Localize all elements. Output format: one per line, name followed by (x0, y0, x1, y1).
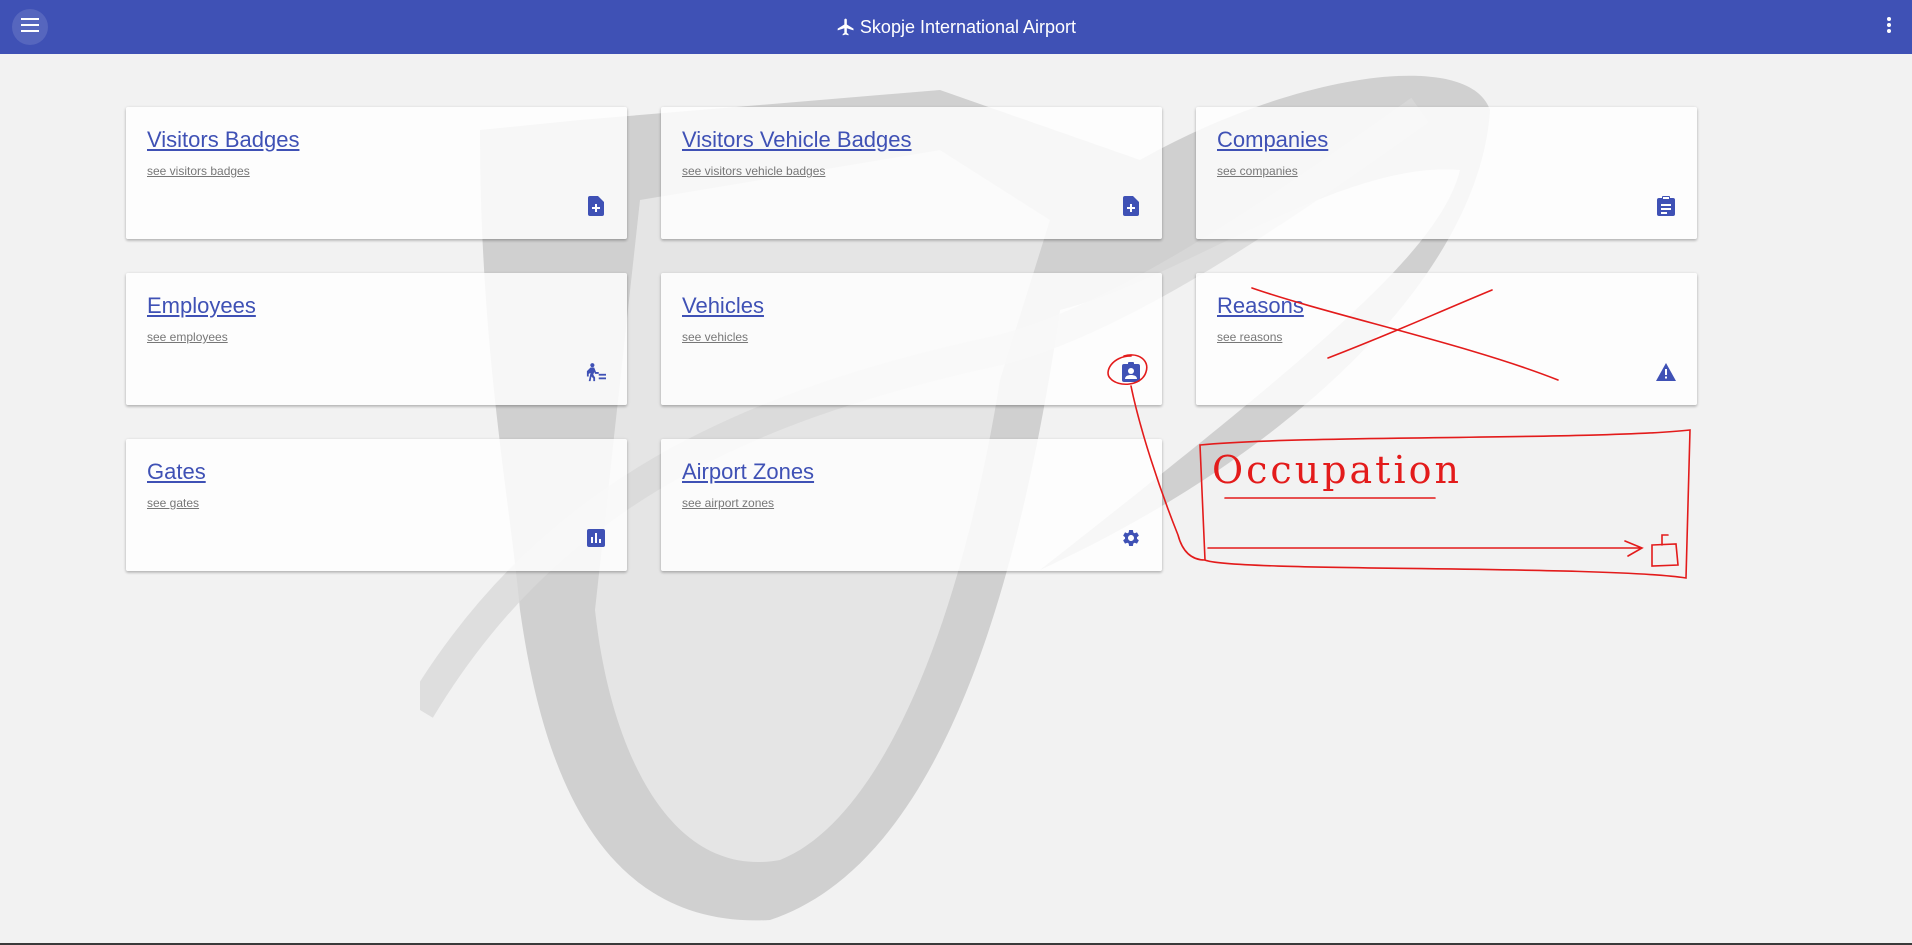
card-vehicles[interactable]: Vehicles see vehicles (661, 273, 1162, 405)
card-title[interactable]: Vehicles (682, 293, 764, 319)
card-visitors-vehicle-badges[interactable]: Visitors Vehicle Badges see visitors veh… (661, 107, 1162, 239)
card-link[interactable]: see gates (147, 496, 199, 510)
more-vertical-icon (1886, 16, 1892, 39)
card-title[interactable]: Visitors Badges (147, 127, 299, 153)
warning-icon[interactable] (1656, 362, 1676, 382)
card-title[interactable]: Gates (147, 459, 206, 485)
card-link[interactable]: see vehicles (682, 330, 748, 344)
card-title[interactable]: Employees (147, 293, 256, 319)
card-title[interactable]: Airport Zones (682, 459, 814, 485)
card-employees[interactable]: Employees see employees (126, 273, 627, 405)
card-title[interactable]: Visitors Vehicle Badges (682, 127, 912, 153)
card-visitors-badges[interactable]: Visitors Badges see visitors badges (126, 107, 627, 239)
more-options-button[interactable] (1874, 12, 1904, 42)
card-link[interactable]: see airport zones (682, 496, 774, 510)
card-link[interactable]: see reasons (1217, 330, 1282, 344)
dashboard-card-grid: Visitors Badges see visitors badges Visi… (126, 107, 1697, 571)
bar-chart-icon[interactable] (586, 528, 606, 548)
badge-icon[interactable] (1121, 362, 1141, 382)
card-companies[interactable]: Companies see companies (1196, 107, 1697, 239)
gear-icon[interactable] (1121, 528, 1141, 548)
card-gates[interactable]: Gates see gates (126, 439, 627, 571)
annotation-text: Occupation (1212, 448, 1462, 492)
top-toolbar: Skopje International Airport (0, 0, 1912, 54)
card-reasons[interactable]: Reasons see reasons (1196, 273, 1697, 405)
card-title[interactable]: Companies (1217, 127, 1328, 153)
app-title-container: Skopje International Airport (0, 0, 1912, 54)
card-link[interactable]: see visitors vehicle badges (682, 164, 825, 178)
card-link[interactable]: see visitors badges (147, 164, 250, 178)
note-add-icon[interactable] (586, 196, 606, 216)
card-airport-zones[interactable]: Airport Zones see airport zones (661, 439, 1162, 571)
person-luggage-icon[interactable] (586, 362, 606, 382)
card-title[interactable]: Reasons (1217, 293, 1304, 319)
app-title: Skopje International Airport (859, 16, 1077, 37)
airplane-icon (836, 17, 856, 37)
note-add-icon[interactable] (1121, 196, 1141, 216)
card-link[interactable]: see companies (1217, 164, 1298, 178)
card-link[interactable]: see employees (147, 330, 228, 344)
clipboard-icon[interactable] (1656, 196, 1676, 216)
